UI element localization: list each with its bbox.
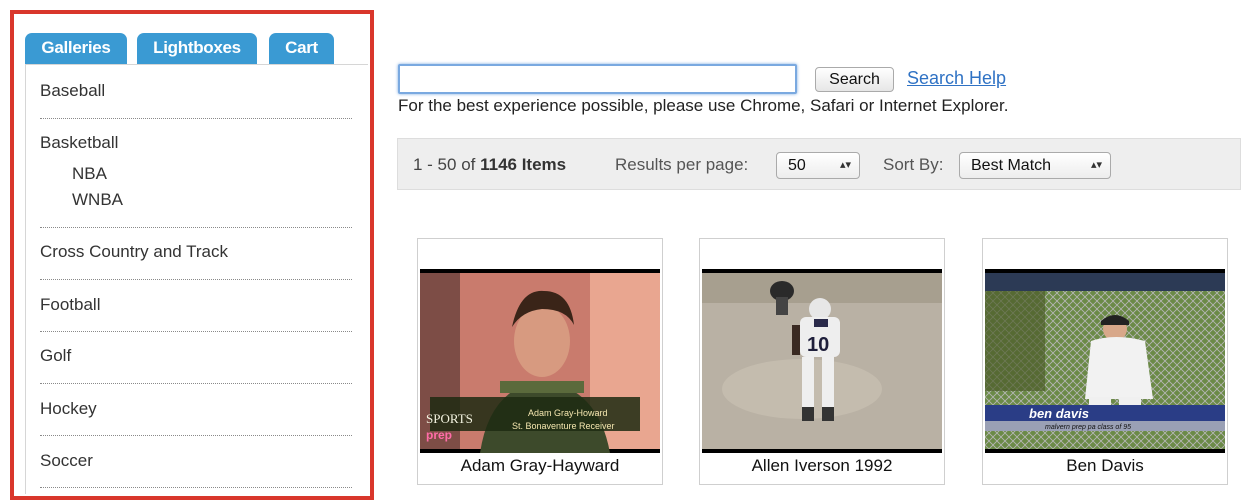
results-count: 1146 Items [480, 155, 567, 174]
football-frame-image: 10 [702, 269, 942, 453]
overlay-brand-text: SPORTS [426, 411, 473, 426]
sidebar-item-label: Baseball [40, 81, 106, 100]
overlay-name-text: Adam Gray-Howard [528, 408, 608, 418]
sidebar-item-golf[interactable]: Golf [40, 331, 352, 384]
results-range: 1 - 50 of 1146 Items [413, 155, 566, 175]
tab-lightboxes[interactable]: Lightboxes [137, 33, 257, 65]
overlay-school-text: malvern prep pa class of 95 [1045, 424, 1131, 431]
video-thumbnail[interactable]: SPORTS prep Adam Gray-Howard St. Bonaven… [420, 269, 660, 453]
tab-cart[interactable]: Cart [269, 33, 334, 65]
sidebar-item-basketball[interactable]: Basketball NBA WNBA [40, 118, 352, 228]
interview-frame-image: SPORTS prep Adam Gray-Howard St. Bonaven… [420, 269, 660, 453]
per-page-value: 50 [788, 157, 806, 174]
results-toolbar: 1 - 50 of 1146 Items Results per page: 5… [397, 138, 1241, 190]
sidebar-item-label: Soccer [40, 451, 93, 470]
category-sidebar: Baseball Basketball NBA WNBA Cross Count… [25, 64, 368, 494]
overlay-school-text: St. Bonaventure Receiver [512, 421, 615, 431]
search-input[interactable] [398, 64, 797, 94]
sidebar-item-label: Football [40, 295, 101, 314]
per-page-select[interactable]: 50 ▴▾ [776, 152, 860, 179]
sort-value: Best Match [971, 157, 1052, 174]
sidebar-item-label: Golf [40, 346, 72, 365]
overlay-name-text: ben davis [1029, 406, 1089, 421]
sidebar-item-label: Basketball [40, 133, 119, 152]
gallery-item-allen-iverson[interactable]: 10 Allen Iverson 1992 [699, 238, 945, 485]
sort-label: Sort By: [883, 155, 944, 174]
sort-select[interactable]: Best Match ▴▾ [959, 152, 1111, 179]
search-button[interactable]: Search [815, 67, 894, 92]
updown-arrows-icon: ▴▾ [1090, 159, 1102, 171]
item-caption: Adam Gray-Hayward [460, 456, 620, 475]
overlay-brand-text-2: prep [426, 428, 452, 442]
baseball-frame-image: ben davis malvern prep pa class of 95 [985, 269, 1225, 453]
sidebar-item-football[interactable]: Football [40, 279, 352, 332]
sidebar-item-label: Cross Country and Track [40, 242, 229, 261]
video-thumbnail[interactable]: ben davis malvern prep pa class of 95 [985, 269, 1225, 453]
jersey-number: 10 [807, 334, 829, 356]
sidebar-item-cross-country[interactable]: Cross Country and Track [40, 227, 352, 280]
sidebar-item-soccer[interactable]: Soccer [40, 435, 352, 488]
sidebar-item-hockey[interactable]: Hockey [40, 383, 352, 436]
item-caption: Ben Davis [1066, 456, 1144, 475]
tab-galleries[interactable]: Galleries [25, 33, 127, 65]
gallery-item-adam-gray-hayward[interactable]: SPORTS prep Adam Gray-Howard St. Bonaven… [417, 238, 663, 485]
updown-arrows-icon: ▴▾ [839, 159, 851, 171]
sidebar-item-baseball[interactable]: Baseball [40, 65, 352, 119]
search-help-link[interactable]: Search Help [907, 68, 1006, 89]
sidebar-subitem-wnba[interactable]: WNBA [72, 190, 352, 210]
sidebar-item-label: Hockey [40, 399, 97, 418]
results-range-text: 1 - 50 of [413, 155, 476, 174]
sidebar-subitem-nba[interactable]: NBA [72, 164, 352, 184]
item-caption: Allen Iverson 1992 [751, 456, 893, 475]
per-page-label: Results per page: [615, 155, 749, 174]
video-thumbnail[interactable]: 10 [702, 269, 942, 453]
gallery-item-ben-davis[interactable]: ben davis malvern prep pa class of 95 Be… [982, 238, 1228, 485]
browser-notice: For the best experience possible, please… [398, 96, 1009, 115]
